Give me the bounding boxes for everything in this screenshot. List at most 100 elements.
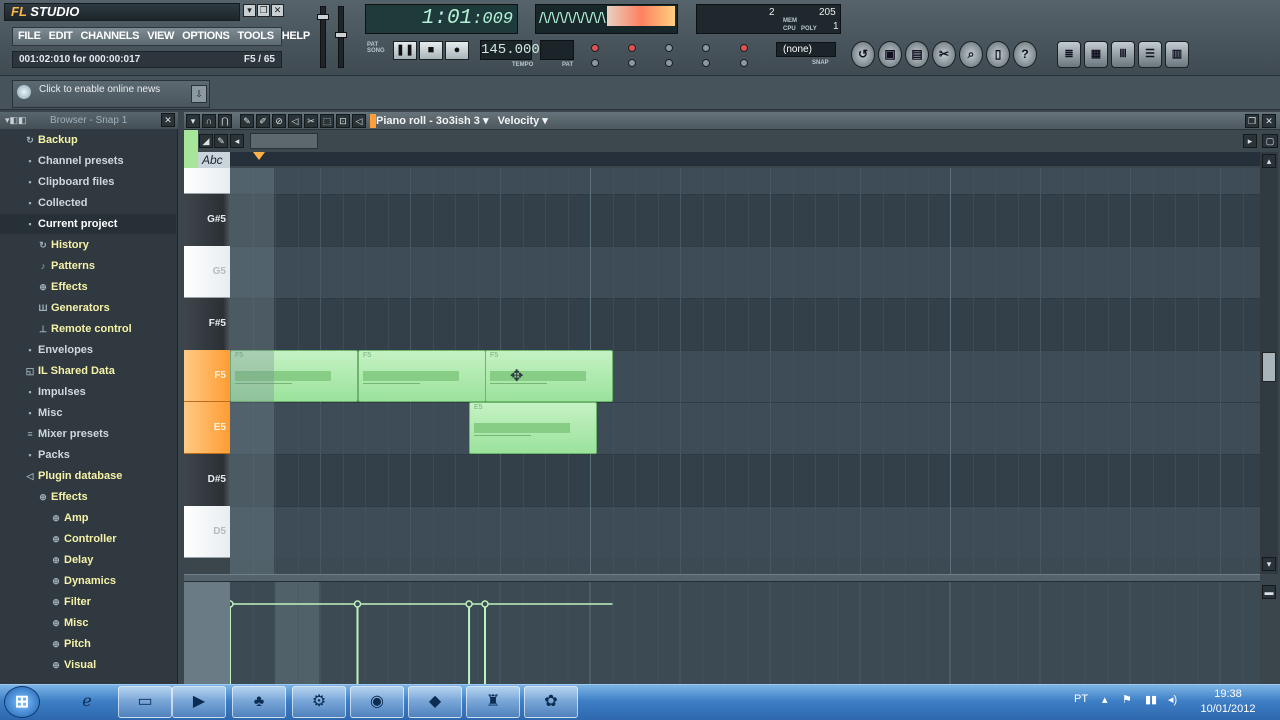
typing-keyboard-toggle[interactable] [628,59,636,67]
browser-item[interactable]: ↻ History [0,235,176,255]
velocity-handle[interactable] [465,600,473,608]
velocity-panel[interactable] [184,582,1260,684]
event-editor-divider[interactable] [184,574,1260,582]
browser-item[interactable]: Ш Generators [0,298,176,318]
playback-icon[interactable]: ◁ [352,114,366,128]
slice-icon[interactable]: ✂ [304,114,318,128]
volume-icon[interactable]: ◂) [1168,693,1177,706]
vertical-scroll-thumb[interactable] [1262,352,1276,382]
menu-view[interactable]: VIEW [147,28,174,45]
scroll-toggle[interactable] [740,59,748,67]
menu-edit[interactable]: EDIT [49,28,73,45]
taskbar-app[interactable]: ✿ [524,686,578,718]
paint-icon[interactable]: ✐ [256,114,270,128]
download-icon[interactable]: ⇩ [191,85,207,103]
playlist-window-button[interactable]: ≣ [1057,41,1081,68]
edit-mini-icon[interactable]: ✎ [214,134,228,148]
browser-item[interactable]: ◱ IL Shared Data [0,361,176,381]
scroll-right-icon[interactable]: ▸ [1243,134,1257,148]
blend-toggle[interactable] [740,44,748,52]
pr-close-icon[interactable]: ✕ [1262,114,1276,128]
piano-key[interactable]: F5 [184,350,230,402]
multilink-toggle[interactable] [665,59,673,67]
menu-channels[interactable]: CHANNELS [81,28,140,45]
pencil-mini-icon[interactable]: ◢ [199,134,213,148]
piano-key[interactable] [184,168,230,194]
piano-key[interactable]: D5 [184,506,230,558]
piano-keyboard[interactable]: G#5 G5 F#5 F5 E5 D#5 D5 [184,168,230,574]
browser-item[interactable]: ⊕ Controller [0,529,176,549]
piano-roll-title[interactable]: Piano roll - 3o3ish 3 ▾ Velocity ▾ [376,112,548,130]
pr-detach-icon[interactable]: ❐ [1245,114,1259,128]
browser-item[interactable]: ↻ Backup [0,130,176,150]
loop-record-toggle[interactable] [702,44,710,52]
snap-magnet-icon[interactable]: ⋂ [218,114,232,128]
browser-item[interactable]: ⊕ Effects [0,277,176,297]
browser-item[interactable]: ▪ Packs [0,445,176,465]
browser-item[interactable]: ⊕ Filter [0,592,176,612]
velocity-handle[interactable] [481,600,489,608]
fit-view-icon[interactable]: ▢ [1262,134,1278,148]
browser-item[interactable]: ⊕ Delay [0,550,176,570]
taskbar-app[interactable]: ⚙ [292,686,346,718]
menu-file[interactable]: FILE [18,28,41,45]
taskbar-app[interactable]: ℯ [60,686,114,718]
browser-item[interactable]: ◁ Plugin database [0,466,176,486]
master-pitch-knob[interactable] [335,32,347,38]
browser-item[interactable]: ▪ Misc [0,403,176,423]
help-button[interactable]: ? [1013,41,1037,68]
taskbar-app[interactable]: ♜ [466,686,520,718]
browser-item[interactable]: ≡ Mixer presets [0,424,176,444]
piano-key[interactable]: D#5 [184,454,230,506]
taskbar-app[interactable]: ◉ [350,686,404,718]
velocity-scroll-icon[interactable]: ▬ [1262,585,1276,599]
browser-item[interactable]: ▪ Current project [0,214,176,234]
taskbar-app[interactable]: ♣ [232,686,286,718]
mute-icon[interactable]: ◁ [288,114,302,128]
browser-item[interactable]: ▪ Channel presets [0,151,176,171]
menu-help[interactable]: HELP [282,28,310,45]
velocity-handle[interactable] [353,600,362,608]
scroll-left-icon[interactable]: ◂ [230,134,244,148]
master-volume-knob[interactable] [317,14,329,20]
save-button[interactable]: ▣ [878,41,902,68]
taskbar-app[interactable]: ▭ [118,686,172,718]
browser-item[interactable]: ⊕ Effects [0,487,176,507]
language-indicator[interactable]: PT [1074,693,1088,705]
search-button[interactable]: ⌕ [959,41,983,68]
metronome-toggle[interactable] [591,44,599,52]
browser-item[interactable]: ▪ Collected [0,193,176,213]
browser-item[interactable]: ▪ Envelopes [0,340,176,360]
browser-item[interactable]: ⊕ Misc [0,613,176,633]
step-sequencer-button[interactable]: ▦ [1084,41,1108,68]
note-grid[interactable]: F5 F5 F5 E5 [230,168,1260,574]
mixer-button[interactable]: ▥ [1165,41,1189,68]
pencil-icon[interactable]: ✎ [240,114,254,128]
browser-item[interactable]: ⊕ Dynamics [0,571,176,591]
browser-item[interactable]: ▪ Impulses [0,382,176,402]
scroll-down-icon[interactable]: ▾ [1262,557,1276,571]
project-info-button[interactable]: ▯ [986,41,1010,68]
piano-key[interactable]: E5 [184,402,230,454]
close-button[interactable]: ✕ [271,4,284,17]
delete-icon[interactable]: ⊘ [272,114,286,128]
pr-menu-icon[interactable]: ▾ [186,114,200,128]
step-edit-toggle[interactable] [591,59,599,67]
browser-item[interactable]: ⊕ Pitch [0,634,176,654]
browser-item[interactable]: ⊕ Amp [0,508,176,528]
playhead-marker[interactable] [253,152,265,160]
taskbar-app[interactable]: ◆ [408,686,462,718]
pause-button[interactable]: ❚❚ [393,41,417,60]
taskbar-app[interactable]: ▶ [172,686,226,718]
wait-toggle[interactable] [628,44,636,52]
news-panel[interactable]: Click to enable online news ⇩ [12,80,210,108]
piano-roll-button[interactable]: Ⅲ [1111,41,1135,68]
render-button[interactable]: ▤ [905,41,929,68]
stop-button[interactable]: ■ [419,41,443,60]
browser-item[interactable]: ⊥ Remote control [0,319,176,339]
undo-button[interactable]: ↺ [851,41,875,68]
browser-item[interactable]: ▪ Clipboard files [0,172,176,192]
time-display[interactable]: 1:01:009 [365,4,518,34]
horizontal-scrollbar[interactable] [250,133,318,149]
tools-button[interactable]: ✂ [932,41,956,68]
